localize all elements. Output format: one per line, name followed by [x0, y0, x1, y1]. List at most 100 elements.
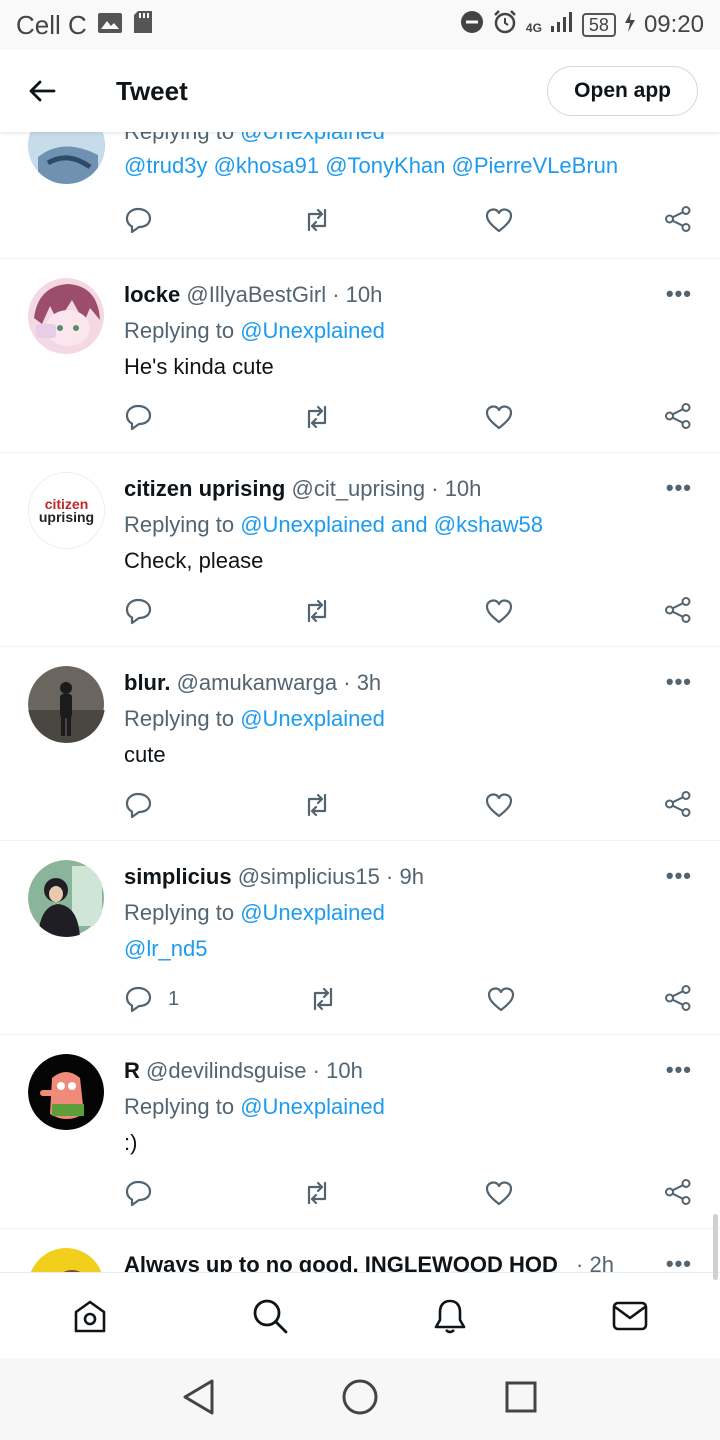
tweet-time[interactable]: 10h [326, 1058, 363, 1083]
replying-to-line: Replying to @Unexplained and @kshaw58 [124, 512, 543, 537]
tweet-header: Always up to no good, INGLEWOOD HOD [124, 1247, 570, 1272]
tweet-header: citizen uprising @cit_uprising · 10h [124, 476, 482, 501]
tweet-actions: 1 [124, 984, 692, 1014]
nav-home-icon[interactable] [341, 1378, 379, 1421]
retweet-icon[interactable] [302, 790, 332, 820]
sd-card-icon [133, 10, 153, 41]
tweet[interactable]: simplicius @simplicius15 · 9h Replying t… [0, 841, 720, 1035]
more-options-icon[interactable]: ••• [666, 1057, 692, 1083]
reply-icon[interactable] [124, 402, 168, 432]
display-name[interactable]: blur. [124, 670, 170, 695]
like-icon[interactable] [486, 984, 516, 1014]
more-options-icon[interactable]: ••• [666, 281, 692, 307]
tweet-time[interactable]: 3h [357, 670, 381, 695]
tweet-partial[interactable]: Always up to no good, INGLEWOOD HOD · 2h… [0, 1229, 720, 1272]
nav-back-icon[interactable] [182, 1378, 216, 1421]
tweet-actions [124, 1178, 692, 1208]
display-name[interactable]: R [124, 1058, 140, 1083]
tweet[interactable]: blur. @amukanwarga · 3h Replying to @Une… [0, 647, 720, 841]
reply-count: 1 [168, 987, 180, 1010]
tweet-actions [124, 205, 692, 235]
retweet-icon[interactable] [302, 402, 332, 432]
more-options-icon[interactable]: ••• [666, 1251, 692, 1272]
avatar[interactable] [28, 666, 105, 743]
tweet-time[interactable]: 2h [589, 1252, 613, 1272]
like-icon[interactable] [484, 596, 514, 626]
replying-to-link[interactable]: @Unexplained and @kshaw58 [240, 512, 543, 537]
tweet-time[interactable]: 9h [399, 864, 423, 889]
like-icon[interactable] [484, 790, 514, 820]
nav-recents-icon[interactable] [504, 1380, 538, 1419]
system-nav-bar [0, 1358, 720, 1440]
replying-to-line: Replying to @Unexplained [124, 132, 692, 148]
user-handle[interactable]: @amukanwarga [177, 670, 338, 695]
tweet[interactable]: locke @IllyaBestGirl · 10h Replying to @… [0, 259, 720, 453]
network-type-label: 4G [525, 20, 542, 35]
open-app-button[interactable]: Open app [547, 66, 698, 116]
share-icon[interactable] [664, 1178, 692, 1206]
more-options-icon[interactable]: ••• [666, 669, 692, 695]
more-options-icon[interactable]: ••• [666, 475, 692, 501]
replying-to-link[interactable]: @Unexplained [240, 900, 385, 925]
avatar[interactable]: citizen uprising [28, 472, 105, 549]
user-handle[interactable]: @IllyaBestGirl [186, 282, 326, 307]
share-icon[interactable] [664, 596, 692, 624]
home-tab-icon[interactable] [60, 1286, 120, 1346]
share-icon[interactable] [664, 790, 692, 818]
display-name[interactable]: simplicius [124, 864, 232, 889]
like-icon[interactable] [484, 1178, 514, 1208]
tweet-actions [124, 402, 692, 432]
reply-icon[interactable] [124, 205, 154, 235]
reply-icon[interactable] [124, 596, 168, 626]
tweet-time[interactable]: 10h [445, 476, 482, 501]
user-handle[interactable]: @cit_uprising [291, 476, 425, 501]
avatar[interactable] [28, 132, 105, 184]
tweet-partial[interactable]: Replying to @Unexplained @trud3y @khosa9… [0, 132, 720, 259]
dnd-icon [460, 10, 484, 41]
reply-icon[interactable]: 1 [124, 984, 179, 1014]
search-tab-icon[interactable] [240, 1286, 300, 1346]
replying-to-link[interactable]: @Unexplained [240, 706, 385, 731]
user-handle[interactable]: @simplicius15 [238, 864, 380, 889]
like-icon[interactable] [484, 205, 514, 235]
share-icon[interactable] [664, 205, 692, 233]
share-icon[interactable] [664, 984, 692, 1012]
display-name[interactable]: Always up to no good, INGLEWOOD HOD [124, 1252, 558, 1272]
replies-feed[interactable]: Replying to @Unexplained @trud3y @khosa9… [0, 132, 720, 1272]
retweet-icon[interactable] [308, 984, 338, 1014]
replying-to-link[interactable]: @Unexplained [240, 318, 385, 343]
tweet-text: Check, please [124, 548, 264, 573]
avatar[interactable] [28, 1248, 105, 1272]
mentions-text[interactable]: @trud3y @khosa91 @TonyKhan @PierreVLeBru… [124, 148, 692, 184]
replying-to-line: Replying to @Unexplained [124, 1094, 385, 1119]
retweet-icon[interactable] [302, 1178, 332, 1208]
avatar[interactable] [28, 278, 105, 355]
back-arrow-icon[interactable] [22, 71, 62, 111]
messages-tab-icon[interactable] [600, 1286, 660, 1346]
reply-icon[interactable] [124, 790, 168, 820]
notifications-tab-icon[interactable] [420, 1286, 480, 1346]
alarm-icon [492, 9, 518, 42]
user-handle[interactable]: @devilindsguise [146, 1058, 307, 1083]
clock: 09:20 [643, 11, 704, 38]
more-options-icon[interactable]: ••• [666, 863, 692, 889]
replying-to-link[interactable]: @Unexplained [240, 1094, 385, 1119]
tweet-text[interactable]: @lr_nd5 [124, 931, 692, 967]
like-icon[interactable] [484, 402, 514, 432]
replying-to-line: Replying to @Unexplained [124, 900, 385, 925]
avatar[interactable] [28, 860, 105, 937]
retweet-icon[interactable] [302, 205, 332, 235]
avatar[interactable] [28, 1054, 105, 1131]
tweet[interactable]: R @devilindsguise · 10h Replying to @Une… [0, 1035, 720, 1229]
tweet-text: :) [124, 1130, 138, 1155]
gallery-notification-icon [97, 10, 123, 41]
retweet-icon[interactable] [302, 596, 332, 626]
reply-icon[interactable] [124, 1178, 168, 1208]
tweet-text: He's kinda cute [124, 354, 274, 379]
display-name[interactable]: locke [124, 282, 180, 307]
scrollbar-thumb[interactable] [713, 1214, 718, 1280]
share-icon[interactable] [664, 402, 692, 430]
tweet[interactable]: citizen uprising citizen uprising @cit_u… [0, 453, 720, 647]
tweet-time[interactable]: 10h [346, 282, 383, 307]
display-name[interactable]: citizen uprising [124, 476, 285, 501]
